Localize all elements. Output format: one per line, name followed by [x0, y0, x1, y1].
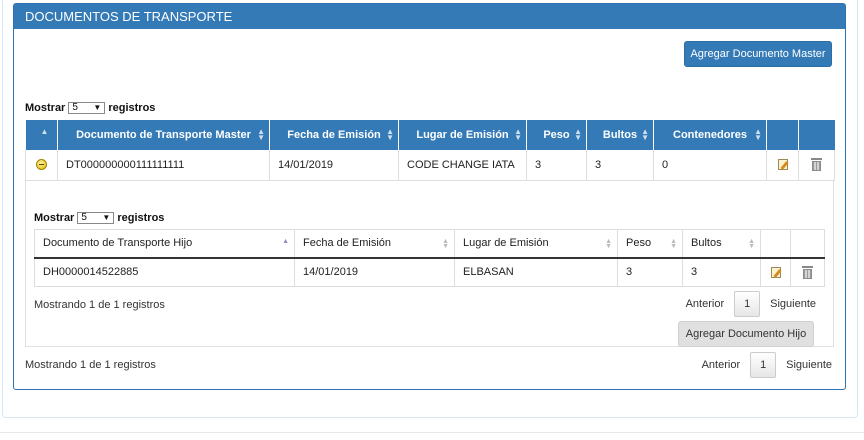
- expand-cell[interactable]: [25, 150, 58, 181]
- cell-bultos: 3: [586, 150, 654, 181]
- table-row: DH0000014522885 14/01/2019 ELBASAN 3 3: [34, 257, 825, 287]
- header-label: Fecha de Emisión: [303, 237, 392, 250]
- delete-column-header: [798, 120, 835, 150]
- header-label: Bultos: [602, 129, 638, 141]
- column-header-contenedores[interactable]: Contenedores ▲ ▼: [653, 120, 767, 150]
- master-table: ▲ Documento de Transporte Master ▲ ▼ Fecha…: [25, 120, 835, 181]
- chevron-down-icon: ▼: [102, 213, 111, 222]
- child-table: Documento de Transporte Hijo ▲ Fecha de E…: [34, 229, 825, 287]
- child-length-prefix: Mostrar: [34, 212, 75, 224]
- header-label: Fecha de Emisión: [287, 129, 381, 141]
- master-length-select[interactable]: 5 ▼: [68, 102, 106, 114]
- column-header-fecha[interactable]: Fecha de Emisión ▲ ▼: [294, 229, 455, 259]
- transport-documents-panel: DOCUMENTOS DE TRANSPORTE Agregar Documen…: [13, 3, 846, 390]
- header-label: Bultos: [691, 237, 722, 250]
- sort-icon: ▲ ▼: [257, 127, 265, 142]
- header-label: Documento de Transporte Hijo: [43, 237, 193, 250]
- child-page-1[interactable]: 1: [734, 291, 761, 317]
- trash-icon[interactable]: [802, 265, 813, 279]
- cell-lugar: CODE CHANGE IATA: [398, 150, 527, 181]
- add-child-document-button[interactable]: Agregar Documento Hijo: [678, 321, 814, 347]
- bottom-divider: [0, 432, 864, 433]
- master-table-info: Mostrando 1 de 1 registros: [25, 359, 156, 371]
- column-header-bultos[interactable]: Bultos ▲ ▼: [586, 120, 654, 150]
- sort-icon: ▲ ▼: [574, 127, 582, 142]
- minus-circle-icon[interactable]: [36, 159, 47, 171]
- master-length-suffix: registros: [108, 102, 156, 114]
- master-pagination: Anterior 1 Siguiente: [692, 352, 842, 378]
- column-header-peso[interactable]: Peso ▲ ▼: [526, 120, 587, 150]
- cell-peso: 3: [617, 257, 683, 287]
- master-page-1[interactable]: 1: [750, 352, 777, 378]
- column-header-peso[interactable]: Peso ▲ ▼: [617, 229, 683, 259]
- cell-documento-hijo: DH0000014522885: [34, 257, 295, 287]
- column-header-bultos[interactable]: Bultos ▲ ▼: [682, 229, 761, 259]
- sort-icon: ▲ ▼: [748, 238, 755, 250]
- sort-icon: ▲ ▼: [754, 127, 762, 142]
- delete-column-header: [790, 229, 825, 259]
- master-length-control: Mostrar 5 ▼ registros: [25, 102, 155, 114]
- cell-peso: 3: [526, 150, 587, 181]
- header-label: Lugar de Emisión: [463, 237, 549, 250]
- header-label: Peso: [543, 129, 570, 141]
- header-label: Contenedores: [673, 129, 747, 141]
- cell-documento: DT000000000111111111: [57, 150, 270, 181]
- header-label: Peso: [626, 237, 652, 250]
- master-prev-link[interactable]: Anterior: [692, 359, 751, 371]
- child-next-link[interactable]: Siguiente: [760, 298, 826, 310]
- sort-icon: ▲ ▼: [641, 127, 649, 142]
- edit-cell[interactable]: [760, 257, 791, 287]
- sort-icon: ▲ ▼: [514, 127, 522, 142]
- child-documents-area: Mostrar 5 ▼ registros Documento de Trans…: [25, 181, 834, 347]
- table-row: DT000000000111111111 14/01/2019 CODE CHA…: [25, 150, 835, 181]
- edit-cell[interactable]: [766, 150, 799, 181]
- edit-icon[interactable]: [770, 266, 781, 278]
- column-header-documento[interactable]: Documento de Transporte Master ▲ ▼: [57, 120, 270, 150]
- master-length-value: 5: [72, 102, 78, 113]
- delete-cell[interactable]: [798, 150, 835, 181]
- cell-bultos: 3: [682, 257, 761, 287]
- child-pagination: Anterior 1 Siguiente: [676, 291, 826, 317]
- sort-icon: ▲: [40, 127, 49, 136]
- chevron-down-icon: ▼: [93, 103, 102, 112]
- expand-column-header[interactable]: ▲: [25, 120, 58, 150]
- edit-icon[interactable]: [777, 159, 788, 171]
- column-header-fecha[interactable]: Fecha de Emisión ▲ ▼: [269, 120, 399, 150]
- sort-icon: ▲ ▼: [670, 238, 677, 250]
- child-length-suffix: registros: [117, 212, 165, 224]
- sort-icon: ▲: [282, 238, 289, 245]
- master-length-prefix: Mostrar: [25, 102, 66, 114]
- trash-icon[interactable]: [811, 158, 822, 172]
- child-prev-link[interactable]: Anterior: [676, 298, 735, 310]
- edit-column-header: [760, 229, 791, 259]
- child-length-select[interactable]: 5 ▼: [77, 212, 115, 224]
- add-master-document-button[interactable]: Agregar Documento Master: [684, 41, 832, 67]
- cell-contenedores: 0: [653, 150, 767, 181]
- column-header-documento-hijo[interactable]: Documento de Transporte Hijo ▲: [34, 229, 295, 259]
- column-header-lugar[interactable]: Lugar de Emisión ▲ ▼: [454, 229, 618, 259]
- header-label: Documento de Transporte Master: [76, 129, 251, 141]
- edit-column-header: [766, 120, 799, 150]
- cell-lugar: ELBASAN: [454, 257, 618, 287]
- sort-icon: ▲ ▼: [605, 238, 612, 250]
- cell-fecha: 14/01/2019: [269, 150, 399, 181]
- panel-title: DOCUMENTOS DE TRANSPORTE: [14, 4, 845, 29]
- column-header-lugar[interactable]: Lugar de Emisión ▲ ▼: [398, 120, 527, 150]
- delete-cell[interactable]: [790, 257, 825, 287]
- child-length-value: 5: [81, 212, 87, 223]
- child-length-control: Mostrar 5 ▼ registros: [34, 212, 164, 224]
- sort-icon: ▲ ▼: [386, 127, 394, 142]
- sort-icon: ▲ ▼: [442, 238, 449, 250]
- header-label: Lugar de Emisión: [416, 129, 509, 141]
- cell-fecha: 14/01/2019: [294, 257, 455, 287]
- child-table-info: Mostrando 1 de 1 registros: [34, 299, 165, 311]
- master-next-link[interactable]: Siguiente: [776, 359, 842, 371]
